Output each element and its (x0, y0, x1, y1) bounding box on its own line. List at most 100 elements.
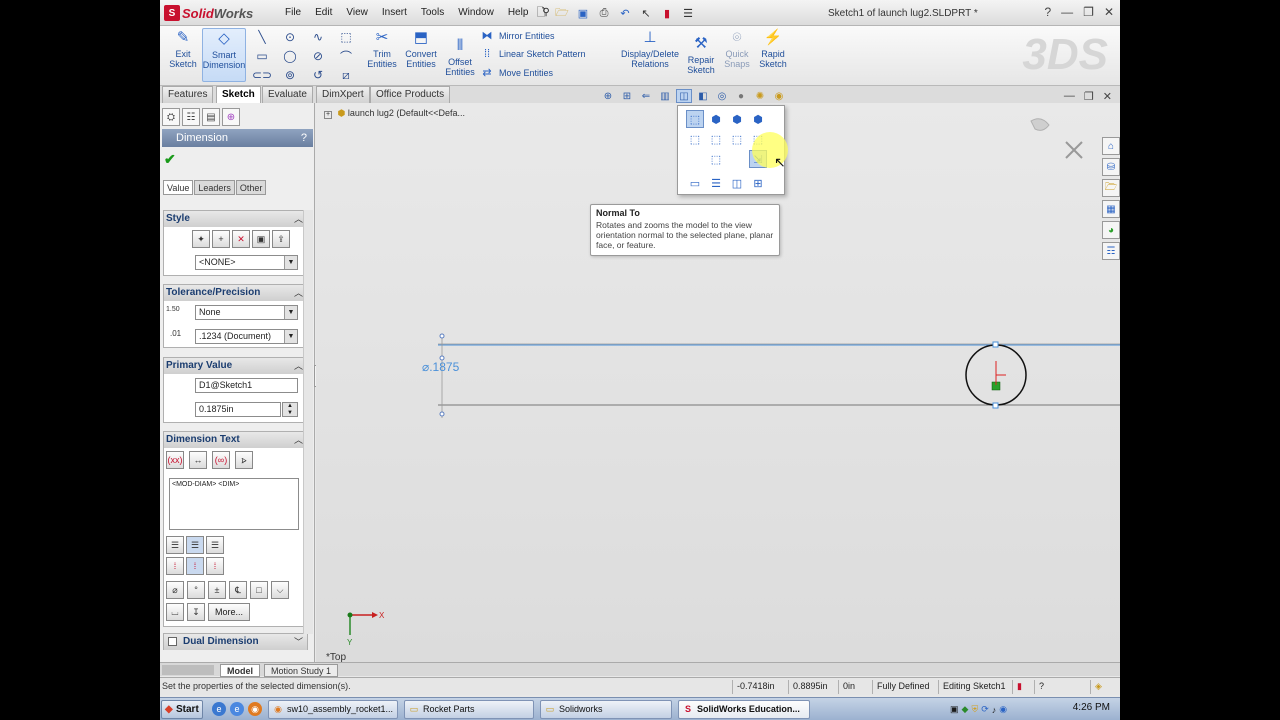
zoom-to-fit-icon[interactable]: ⊕ (600, 89, 616, 103)
construction-geometry-icon[interactable]: ⬚ (334, 28, 358, 46)
single-view-icon[interactable]: ▭ (686, 174, 704, 192)
align-center-icon[interactable]: ☰ (186, 536, 204, 554)
collapse-icon[interactable]: ︿ (294, 432, 303, 448)
menu-view[interactable]: View (339, 7, 375, 18)
rectangle-icon[interactable]: ▭ (250, 47, 274, 65)
repair-sketch-button[interactable]: ⚒ Repair Sketch (684, 34, 718, 88)
doc-minimize-icon[interactable]: — (1064, 90, 1075, 103)
hide-show-items-icon[interactable]: ◎ (714, 89, 730, 103)
value-spinner[interactable]: ▲ ▼ (282, 402, 298, 417)
ie-alt-quicklaunch-icon[interactable]: e (230, 702, 244, 716)
isometric-view-icon[interactable]: ⬚ (728, 130, 746, 148)
minimize-icon[interactable]: — (1061, 5, 1073, 19)
justify-top-icon[interactable]: ⁞ (166, 557, 184, 575)
tab-office-products[interactable]: Office Products (370, 86, 451, 103)
bottom-view-icon[interactable]: ⬚ (707, 130, 725, 148)
units-icon[interactable]: ◈ (1090, 680, 1114, 694)
taskbar-item-solidworks-app[interactable]: S SolidWorks Education... (678, 700, 810, 719)
solidworks-logo[interactable]: S Solid Works (164, 3, 253, 23)
tab-model[interactable]: Model (220, 664, 260, 677)
volume-icon[interactable]: ♪ (992, 705, 997, 715)
back-view-icon[interactable]: ⬢ (707, 110, 725, 128)
sketch-fillet-icon[interactable]: ⌒ (334, 47, 358, 65)
four-view-icon[interactable]: ⊞ (749, 174, 767, 192)
new-document-icon[interactable]: 🗋 (532, 5, 550, 21)
tab-value[interactable]: Value (163, 180, 194, 195)
collapse-icon[interactable]: ︿ (294, 285, 303, 301)
rebuild-status-icon[interactable]: ▮ (1012, 680, 1032, 694)
align-right-icon[interactable]: ☰ (206, 536, 224, 554)
dimension-name-field[interactable]: D1@Sketch1 (195, 378, 298, 393)
panel-scrollbar[interactable] (303, 210, 313, 634)
more-symbols-button[interactable]: More... (208, 603, 251, 621)
previous-view-icon[interactable]: ⇐ (638, 89, 654, 103)
convert-entities-button[interactable]: ⬒ Convert Entities (402, 28, 440, 82)
network-icon[interactable]: ▣ (950, 704, 959, 715)
shield-icon[interactable]: ⛨ (971, 704, 978, 715)
display-delete-relations-button[interactable]: ⊥ Display/Delete Relations (618, 28, 682, 82)
primary-value-header[interactable]: Primary Value ︿ (164, 358, 307, 374)
front-view-icon[interactable]: ⬚ (686, 110, 704, 128)
precision-select[interactable]: .1234 (Document) (195, 329, 298, 344)
plus-minus-symbol-icon[interactable]: ± (208, 581, 226, 599)
top-view-icon[interactable]: ⬚ (686, 130, 704, 148)
firefox-quicklaunch-icon[interactable]: ◉ (248, 702, 262, 716)
justify-bottom-icon[interactable]: ⁞ (206, 557, 224, 575)
sketch-chamfer-icon[interactable]: ⧄ (334, 66, 358, 84)
spline-icon[interactable]: ∿ (306, 28, 330, 46)
save-icon[interactable]: ▣ (574, 5, 592, 21)
apply-scene-icon[interactable]: ✺ (752, 89, 768, 103)
move-entities-button[interactable]: ⇄ Move Entities (480, 66, 586, 79)
apply-default-style-icon[interactable]: ✦ (192, 230, 210, 248)
arc-icon[interactable]: ◯ (278, 47, 302, 65)
style-select[interactable]: <NONE> (195, 255, 298, 270)
justify-middle-icon[interactable]: ⁞ (186, 557, 204, 575)
custom-properties-icon[interactable]: ☶ (1102, 242, 1120, 260)
trim-entities-button[interactable]: ✂ Trim Entities (365, 28, 399, 82)
help-button[interactable]: ? (301, 129, 307, 147)
status-help-icon[interactable]: ? (1034, 680, 1054, 694)
undo-icon[interactable]: ↶ (616, 5, 634, 21)
menu-window[interactable]: Window (451, 7, 501, 18)
dimxpert-manager-icon[interactable]: ⊕ (222, 108, 240, 126)
linear-pattern-button[interactable]: ⁞⁞ Linear Sketch Pattern (480, 48, 586, 60)
quick-snaps-button[interactable]: ⌾ Quick Snaps (722, 28, 752, 82)
counterbore-symbol-icon[interactable]: ⌴ (166, 603, 184, 621)
mirror-entities-button[interactable]: ⧓ Mirror Entities (480, 29, 586, 42)
rapid-sketch-button[interactable]: ⚡ Rapid Sketch (756, 28, 790, 82)
design-library-icon[interactable]: ⛁ (1102, 158, 1120, 176)
polygon-icon[interactable]: ⊚ (278, 66, 302, 84)
tab-sketch[interactable]: Sketch (216, 86, 261, 103)
tab-evaluate[interactable]: Evaluate (262, 86, 313, 103)
depth-symbol-icon[interactable]: ↧ (187, 603, 205, 621)
taskbar-item-solidworks-folder[interactable]: ▭ Solidworks (540, 700, 672, 719)
appearances-icon[interactable]: ◕ (1102, 221, 1120, 239)
duplicate-token-icon[interactable]: (∞) (212, 451, 230, 469)
menu-help[interactable]: Help (501, 7, 536, 18)
ok-checkmark-icon[interactable]: ✔ (164, 151, 176, 168)
dual-dimension-header[interactable]: Dual Dimension ﹀ (164, 634, 307, 650)
doc-restore-icon[interactable]: ❐ (1084, 90, 1094, 103)
offset-entities-button[interactable]: ⫴ Offset Entities (443, 36, 477, 90)
tab-features[interactable]: Features (162, 86, 214, 103)
display-style-icon[interactable]: ◧ (695, 89, 711, 103)
save-style-icon[interactable]: ▣ (252, 230, 270, 248)
right-view-icon[interactable]: ⬢ (749, 110, 767, 128)
exit-sketch-button[interactable]: ✎ Exit Sketch (166, 28, 200, 82)
menu-file[interactable]: File (278, 7, 308, 18)
file-properties-icon[interactable]: ☰ (679, 5, 697, 21)
security-icon[interactable]: ◆ (962, 704, 969, 715)
collapse-icon[interactable]: ︿ (294, 358, 303, 374)
dual-dimension-checkbox[interactable] (168, 636, 177, 646)
dim-token-icon[interactable]: (xx) (166, 451, 184, 469)
delete-style-icon[interactable]: ✕ (232, 230, 250, 248)
two-view-horizontal-icon[interactable]: ☰ (707, 174, 725, 192)
rebuild-icon[interactable]: ▮ (658, 5, 676, 21)
tolerance-header[interactable]: Tolerance/Precision ︿ (164, 285, 307, 301)
dimension-label[interactable]: ⌀.1875 (422, 360, 460, 374)
circle-icon[interactable]: ⊙ (278, 28, 302, 46)
taskbar-item-assembly[interactable]: ◉ sw10_assembly_rocket1... (268, 700, 398, 719)
sync-icon[interactable]: ⟳ (981, 704, 989, 715)
tolerance-token-icon[interactable]: ↔ (189, 451, 207, 469)
dimension-text-header[interactable]: Dimension Text ︿ (164, 432, 307, 448)
